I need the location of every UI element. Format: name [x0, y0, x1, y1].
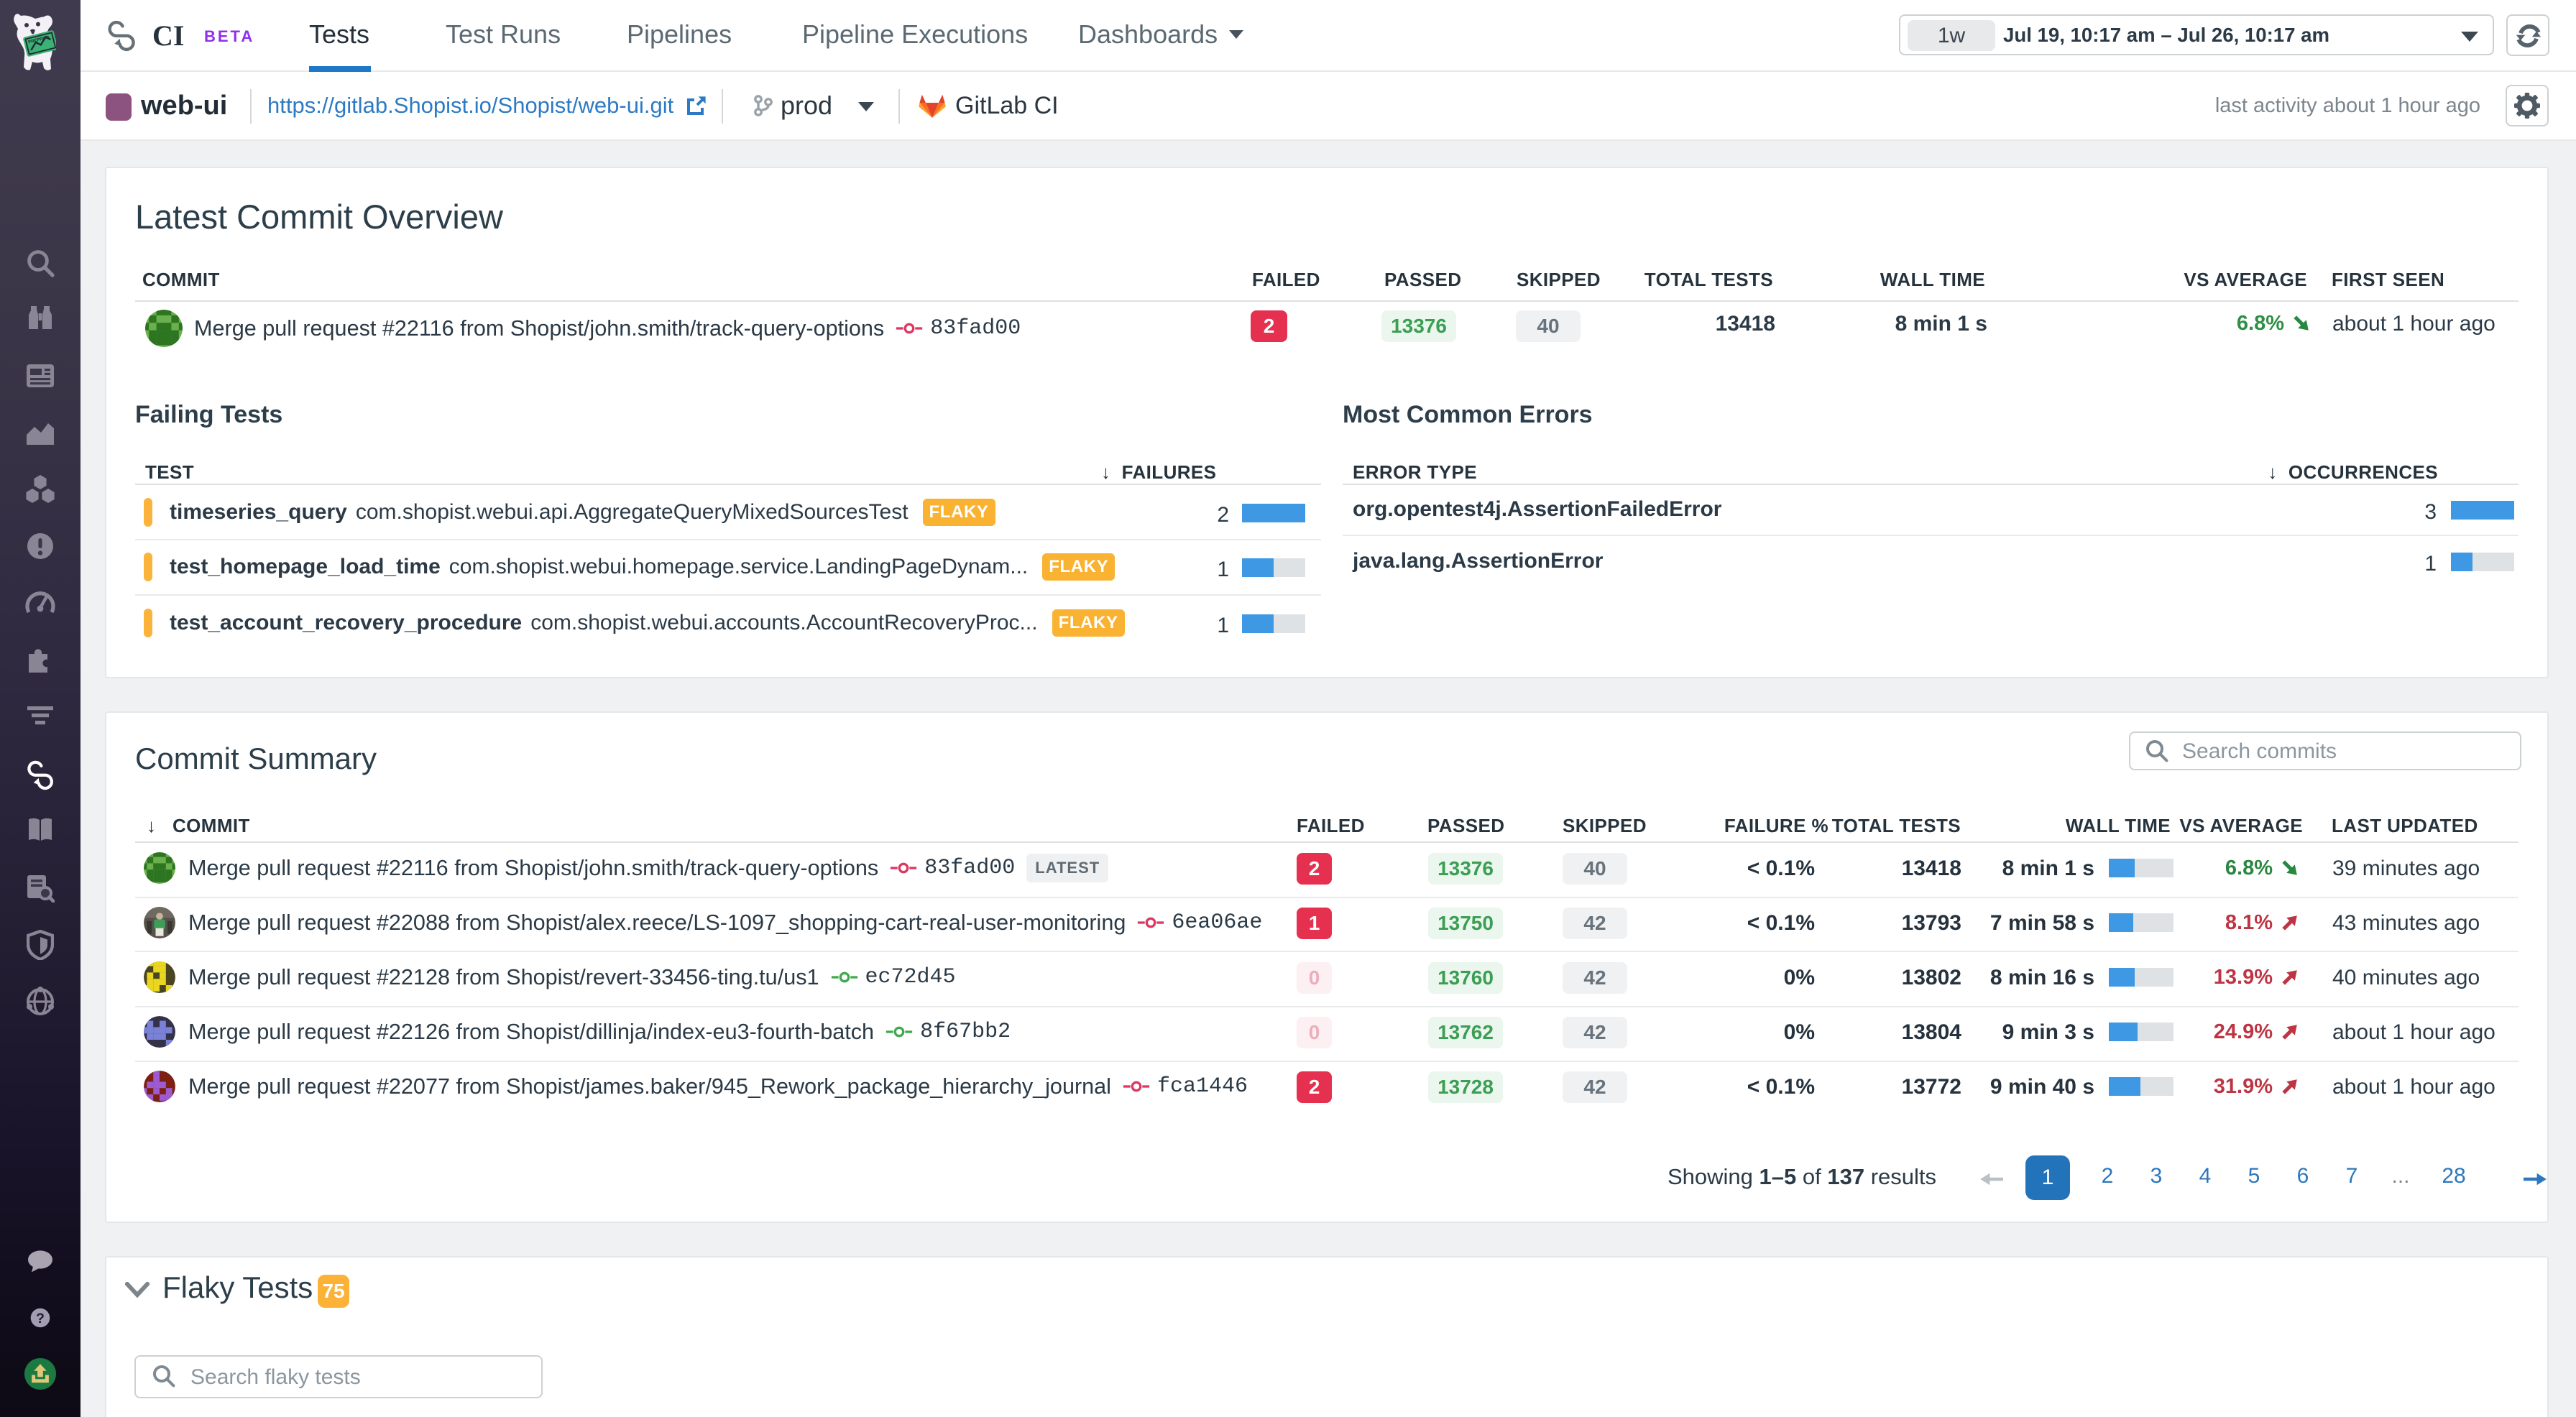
- svg-text:?: ?: [36, 1311, 45, 1326]
